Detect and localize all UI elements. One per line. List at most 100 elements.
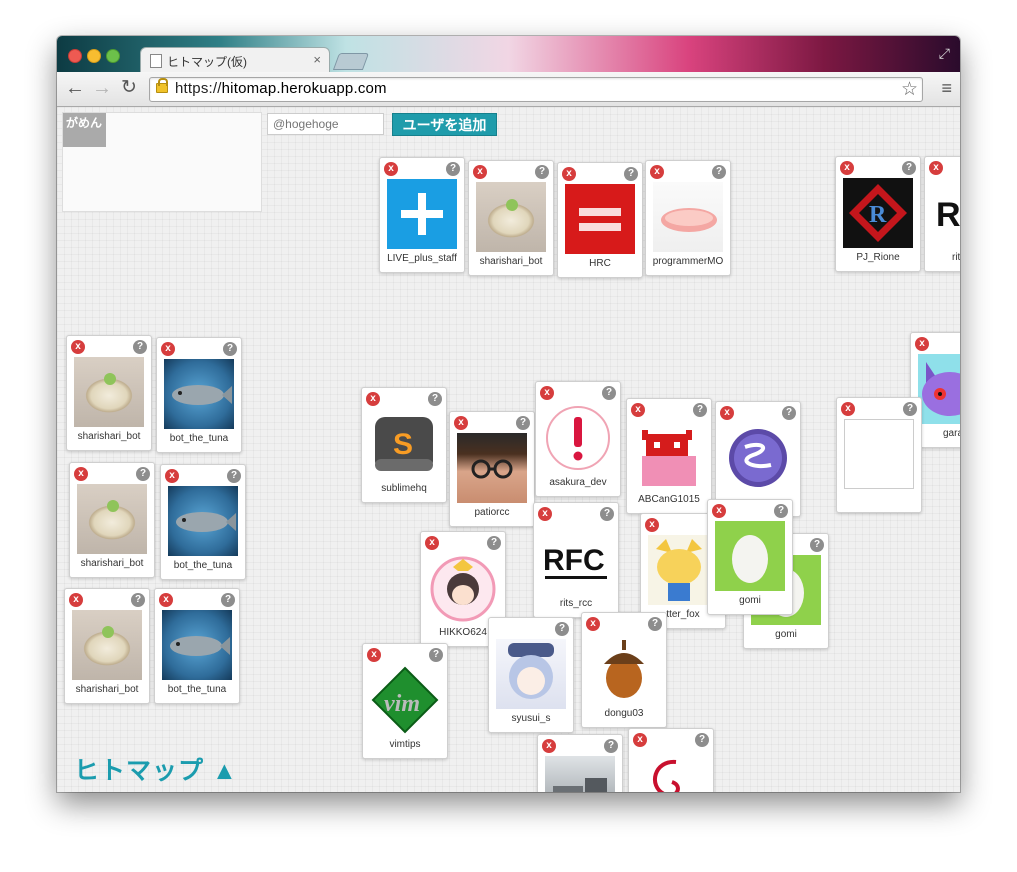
card-username: patiorcc bbox=[474, 507, 510, 518]
remove-icon[interactable]: x bbox=[542, 739, 556, 753]
user-card[interactable]: x ? bbox=[537, 734, 623, 792]
remove-icon[interactable]: x bbox=[841, 402, 855, 416]
help-icon[interactable]: ? bbox=[712, 165, 726, 179]
help-icon[interactable]: ? bbox=[695, 733, 709, 747]
forward-icon[interactable]: → bbox=[92, 77, 112, 99]
remove-icon[interactable]: x bbox=[840, 161, 854, 175]
remove-icon[interactable]: x bbox=[586, 617, 600, 631]
remove-icon[interactable]: x bbox=[366, 392, 380, 406]
remove-icon[interactable]: x bbox=[915, 337, 929, 351]
zoom-window-button[interactable] bbox=[106, 49, 120, 63]
user-card[interactable]: x ? RFC rits_rcc bbox=[533, 502, 619, 618]
remove-icon[interactable]: x bbox=[425, 536, 439, 550]
help-icon[interactable]: ? bbox=[516, 416, 530, 430]
user-card[interactable]: x R rit bbox=[924, 156, 960, 272]
remove-icon[interactable]: x bbox=[540, 386, 554, 400]
help-icon[interactable]: ? bbox=[429, 648, 443, 662]
user-card[interactable]: x ? bbox=[628, 728, 714, 792]
user-card[interactable]: x ? sharishari_bot bbox=[468, 160, 554, 276]
remove-icon[interactable]: x bbox=[69, 593, 83, 607]
user-card[interactable]: x ? vim vimtips bbox=[362, 643, 448, 759]
remove-icon[interactable]: x bbox=[633, 733, 647, 747]
help-icon[interactable]: ? bbox=[602, 386, 616, 400]
help-icon[interactable]: ? bbox=[428, 392, 442, 406]
help-icon[interactable]: ? bbox=[555, 622, 569, 636]
remove-icon[interactable]: x bbox=[384, 162, 398, 176]
help-icon[interactable]: ? bbox=[535, 165, 549, 179]
help-icon[interactable]: ? bbox=[133, 340, 147, 354]
user-card[interactable]: x ? bot_the_tuna bbox=[156, 337, 242, 453]
help-icon[interactable]: ? bbox=[227, 469, 241, 483]
user-card[interactable]: x ? asakura_dev bbox=[535, 381, 621, 497]
remove-icon[interactable]: x bbox=[720, 406, 734, 420]
app-logo[interactable]: ヒトマップ ▲ bbox=[74, 751, 238, 787]
help-icon[interactable]: ? bbox=[903, 402, 917, 416]
help-icon[interactable]: ? bbox=[487, 536, 501, 550]
reload-icon[interactable]: ↻ bbox=[121, 77, 137, 99]
user-card[interactable]: x ? sharishari_bot bbox=[64, 588, 150, 704]
user-card[interactable]: x ? sharishari_bot bbox=[66, 335, 152, 451]
svg-text:R: R bbox=[869, 202, 887, 228]
help-icon[interactable]: ? bbox=[446, 162, 460, 176]
help-icon[interactable]: ? bbox=[774, 504, 788, 518]
menu-icon[interactable]: ≡ bbox=[941, 78, 952, 98]
help-icon[interactable]: ? bbox=[223, 342, 237, 356]
remove-icon[interactable]: x bbox=[645, 518, 659, 532]
card-username: HRC bbox=[589, 258, 611, 269]
avatar bbox=[428, 553, 498, 623]
remove-icon[interactable]: x bbox=[562, 167, 576, 181]
close-window-button[interactable] bbox=[68, 49, 82, 63]
user-card[interactable]: x ? ABCanG1015 bbox=[626, 398, 712, 514]
username-input[interactable] bbox=[267, 113, 384, 135]
new-tab-button[interactable] bbox=[332, 53, 370, 70]
help-icon[interactable]: ? bbox=[648, 617, 662, 631]
remove-icon[interactable]: x bbox=[631, 403, 645, 417]
user-card[interactable]: x ? bbox=[836, 397, 922, 513]
fullscreen-icon[interactable]: ⤢ bbox=[939, 45, 950, 62]
browser-tab[interactable]: ヒトマップ(仮) × bbox=[140, 47, 330, 73]
user-card[interactable]: x ? patiorcc bbox=[449, 411, 535, 527]
help-icon[interactable]: ? bbox=[624, 167, 638, 181]
help-icon[interactable]: ? bbox=[693, 403, 707, 417]
remove-icon[interactable]: x bbox=[71, 340, 85, 354]
bookmark-star-icon[interactable]: ☆ bbox=[901, 78, 918, 101]
user-card[interactable]: x ? gomi bbox=[707, 499, 793, 615]
remove-icon[interactable]: x bbox=[538, 507, 552, 521]
remove-icon[interactable]: x bbox=[454, 416, 468, 430]
back-icon[interactable]: ← bbox=[65, 77, 85, 99]
tab-close-icon[interactable]: × bbox=[313, 52, 321, 67]
help-icon[interactable]: ? bbox=[902, 161, 916, 175]
remove-icon[interactable]: x bbox=[74, 467, 88, 481]
remove-icon[interactable]: x bbox=[159, 593, 173, 607]
help-icon[interactable]: ? bbox=[221, 593, 235, 607]
remove-icon[interactable]: x bbox=[367, 648, 381, 662]
remove-icon[interactable]: x bbox=[712, 504, 726, 518]
remove-icon[interactable]: x bbox=[473, 165, 487, 179]
minimize-window-button[interactable] bbox=[87, 49, 101, 63]
address-bar[interactable]: https://hitomap.herokuapp.com ☆ bbox=[149, 77, 923, 102]
help-icon[interactable]: ? bbox=[810, 538, 824, 552]
user-card[interactable]: x ? bot_the_tuna bbox=[160, 464, 246, 580]
add-user-button[interactable]: ユーザを追加 bbox=[392, 113, 497, 136]
user-card[interactable]: x ? programmerMO bbox=[645, 160, 731, 276]
remove-icon[interactable]: x bbox=[165, 469, 179, 483]
user-card[interactable]: x ? sharishari_bot bbox=[69, 462, 155, 578]
help-icon[interactable]: ? bbox=[131, 593, 145, 607]
user-card[interactable]: x ? S sublimehq bbox=[361, 387, 447, 503]
help-icon[interactable]: ? bbox=[604, 739, 618, 753]
user-card[interactable]: x ? R PJ_Rione bbox=[835, 156, 921, 272]
page-content: がめん ユーザを追加 x ? LIVE_plus_staff x ? shari… bbox=[57, 107, 960, 792]
remove-icon[interactable]: x bbox=[650, 165, 664, 179]
svg-text:S: S bbox=[393, 428, 413, 461]
avatar bbox=[457, 433, 527, 503]
remove-icon[interactable]: x bbox=[161, 342, 175, 356]
help-icon[interactable]: ? bbox=[782, 406, 796, 420]
user-card[interactable]: x ? HRC bbox=[557, 162, 643, 278]
user-card[interactable]: ? syusui_s bbox=[488, 617, 574, 733]
user-card[interactable]: x ? LIVE_plus_staff bbox=[379, 157, 465, 273]
help-icon[interactable]: ? bbox=[136, 467, 150, 481]
help-icon[interactable]: ? bbox=[600, 507, 614, 521]
user-card[interactable]: x ? bot_the_tuna bbox=[154, 588, 240, 704]
user-card[interactable]: x ? dongu03 bbox=[581, 612, 667, 728]
remove-icon[interactable]: x bbox=[929, 161, 943, 175]
